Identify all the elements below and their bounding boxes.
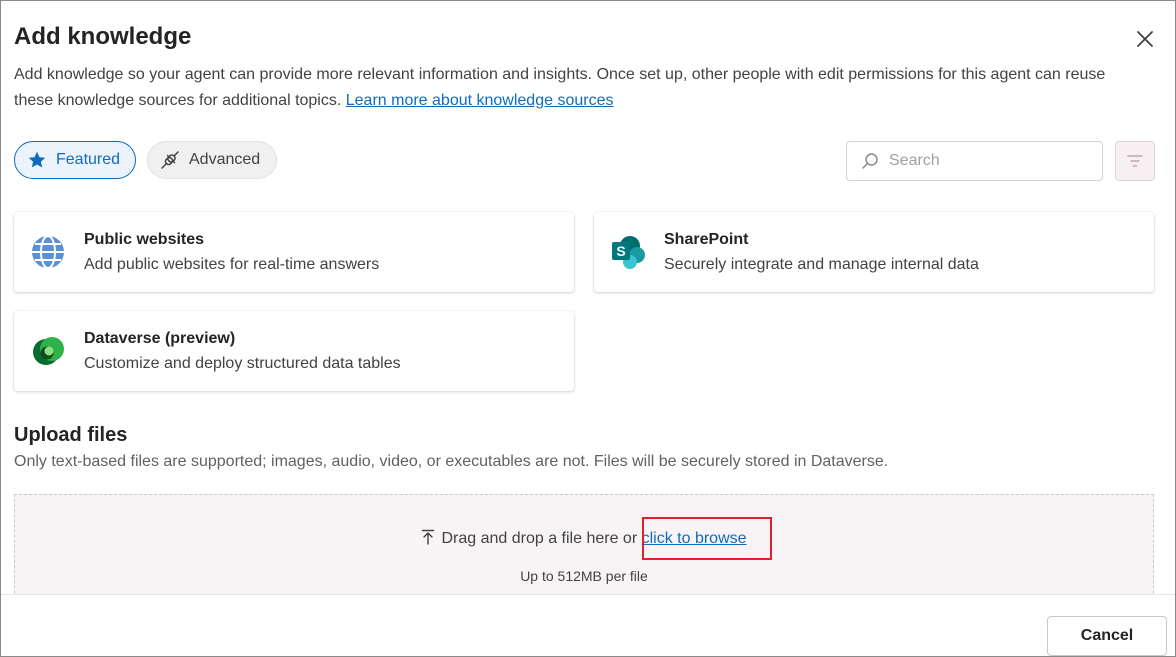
drop-text: Drag and drop a file here or — [441, 530, 642, 547]
sharepoint-icon: S — [610, 234, 646, 270]
card-title: Public websites — [84, 231, 205, 248]
source-card-dataverse[interactable]: Dataverse (preview) Customize and deploy… — [14, 311, 574, 391]
file-size-limit: Up to 512MB per file — [520, 568, 648, 584]
featured-filter-button[interactable]: Featured — [14, 141, 136, 179]
source-card-public-websites[interactable]: Public websites Add public websites for … — [14, 212, 574, 292]
add-knowledge-dialog: Add knowledge Add knowledge so your agen… — [0, 0, 1176, 657]
upload-files-note: Only text-based files are supported; ima… — [14, 453, 889, 470]
drop-instruction: Drag and drop a file here or click to br… — [15, 529, 1153, 548]
close-button[interactable] — [1133, 27, 1157, 51]
advanced-filter-button[interactable]: Advanced — [147, 141, 277, 179]
advanced-label: Advanced — [189, 151, 261, 168]
plug-icon — [159, 149, 181, 171]
search-box[interactable] — [846, 141, 1103, 181]
dataverse-icon — [30, 333, 66, 369]
card-title: SharePoint — [664, 231, 749, 248]
card-description: Add public websites for real-time answer… — [84, 256, 380, 273]
upload-files-heading: Upload files — [14, 424, 128, 446]
learn-more-link[interactable]: Learn more about knowledge sources — [346, 92, 614, 109]
card-description: Customize and deploy structured data tab… — [84, 355, 401, 372]
card-description: Securely integrate and manage internal d… — [664, 256, 979, 273]
search-icon — [862, 153, 878, 169]
search-input[interactable] — [887, 151, 1091, 171]
cancel-button[interactable]: Cancel — [1047, 616, 1167, 656]
card-title: Dataverse (preview) — [84, 330, 236, 347]
star-icon — [26, 149, 48, 171]
browse-link[interactable]: click to browse — [642, 530, 747, 547]
filter-icon — [1127, 155, 1143, 167]
svg-text:S: S — [616, 243, 625, 259]
upload-arrow-icon — [422, 529, 435, 545]
dialog-footer: Cancel — [1, 594, 1175, 656]
dialog-description: Add knowledge so your agent can provide … — [14, 62, 1114, 114]
close-icon — [1137, 31, 1153, 47]
filter-button[interactable] — [1115, 141, 1155, 181]
featured-label: Featured — [56, 151, 121, 168]
dialog-title: Add knowledge — [14, 23, 192, 50]
source-card-sharepoint[interactable]: S SharePoint Securely integrate and mana… — [594, 212, 1154, 292]
globe-icon — [30, 234, 66, 270]
